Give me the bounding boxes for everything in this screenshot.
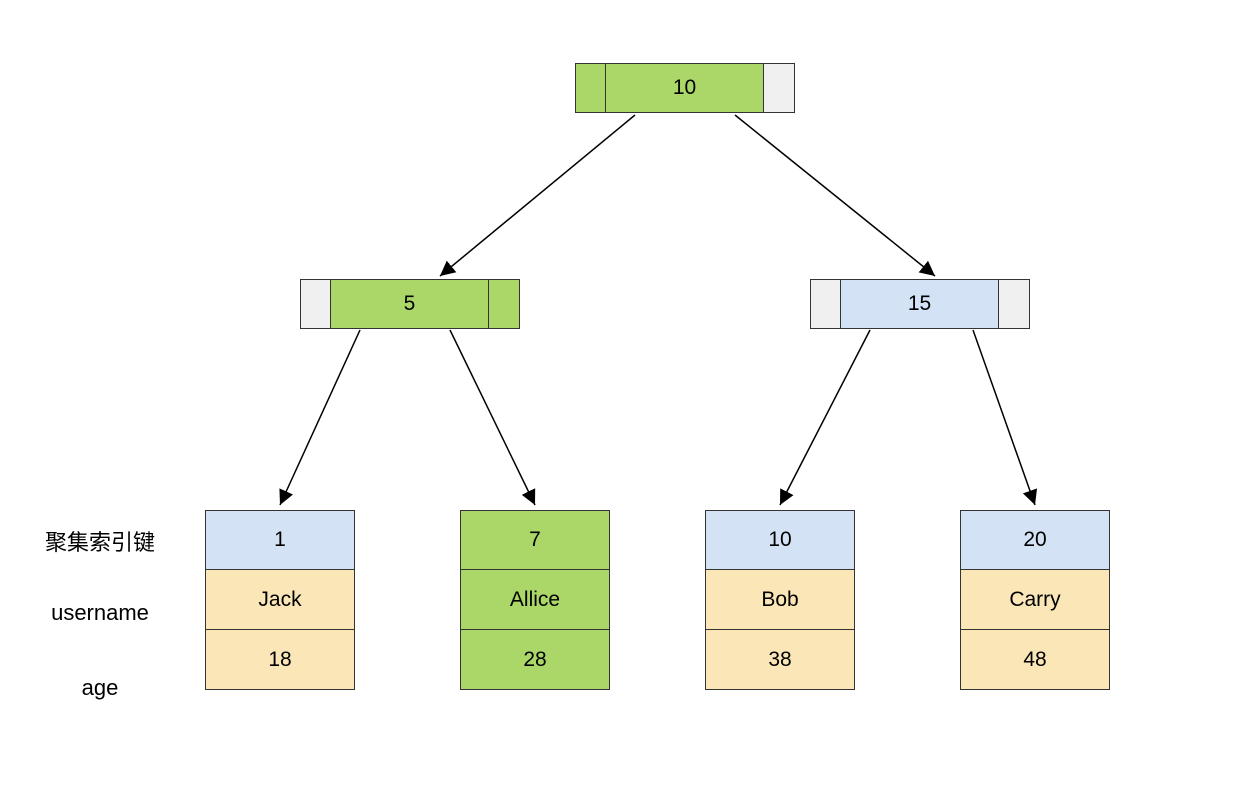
leaf-4-age: 48 (960, 630, 1110, 690)
leaf-node-4: 20 Carry 48 (960, 510, 1110, 690)
leaf-2-key: 7 (460, 510, 610, 570)
int-right-ptr-r (999, 280, 1029, 328)
root-key: 10 (606, 64, 764, 112)
leaf-node-1: 1 Jack 18 (205, 510, 355, 690)
leaf-3-age: 38 (705, 630, 855, 690)
leaf-2-age: 28 (460, 630, 610, 690)
btree-diagram: 10 5 15 聚集索引键 username age 1 Jack 18 7 A… (0, 0, 1248, 788)
label-username: username (15, 600, 185, 626)
leaf-2-username: Allice (460, 570, 610, 630)
int-right-ptr-l (811, 280, 841, 328)
label-age: age (15, 675, 185, 701)
leaf-3-key: 10 (705, 510, 855, 570)
leaf-node-2: 7 Allice 28 (460, 510, 610, 690)
label-clusterkey: 聚集索引键 (15, 525, 185, 557)
intermediate-node-left: 5 (300, 279, 520, 329)
intermediate-node-right: 15 (810, 279, 1030, 329)
leaf-1-key: 1 (205, 510, 355, 570)
leaf-3-username: Bob (705, 570, 855, 630)
leaf-1-username: Jack (205, 570, 355, 630)
leaf-node-3: 10 Bob 38 (705, 510, 855, 690)
int-right-key: 15 (841, 280, 999, 328)
int-left-ptr-l (301, 280, 331, 328)
root-node: 10 (575, 63, 795, 113)
int-left-ptr-r (489, 280, 519, 328)
leaf-4-key: 20 (960, 510, 1110, 570)
int-left-key: 5 (331, 280, 489, 328)
root-ptr-left (576, 64, 606, 112)
leaf-1-age: 18 (205, 630, 355, 690)
root-ptr-right (764, 64, 794, 112)
leaf-4-username: Carry (960, 570, 1110, 630)
